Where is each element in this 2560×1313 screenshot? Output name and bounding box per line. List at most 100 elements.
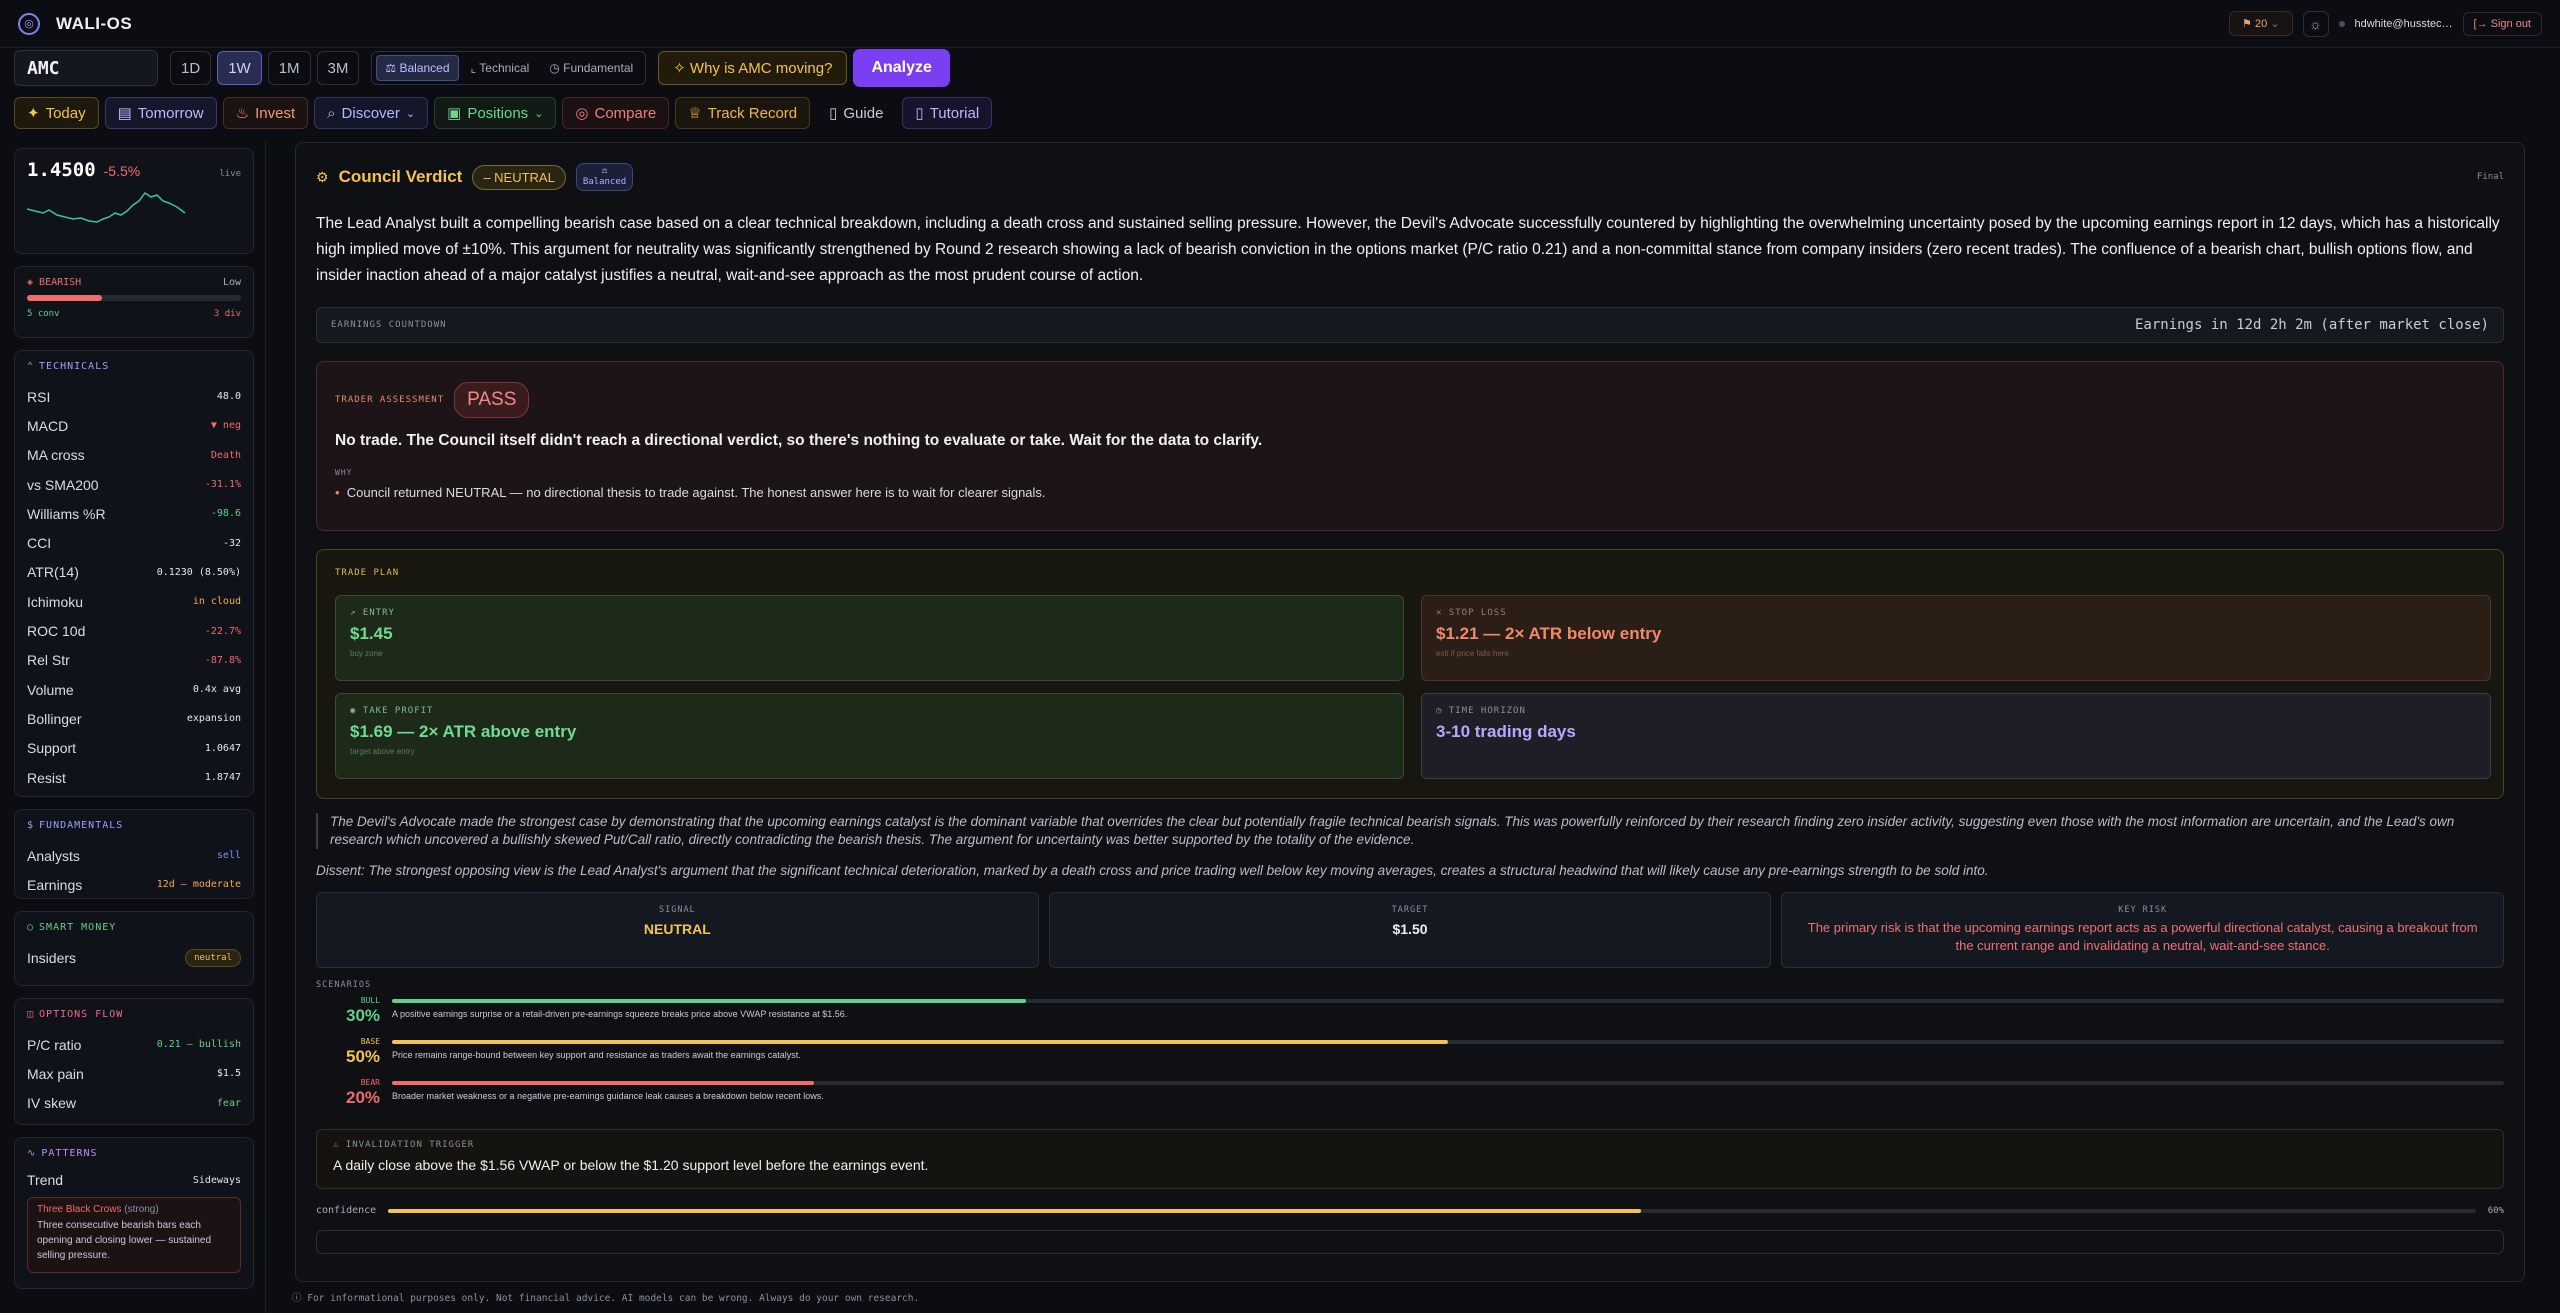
- dash-icon: –: [483, 169, 495, 185]
- technicals-title: ⌃ TECHNICALS: [27, 361, 110, 372]
- flow-icon: ◫: [27, 1009, 35, 1020]
- theme-toggle-icon[interactable]: ☼: [2302, 10, 2329, 37]
- mode-balanced-label: Balanced: [399, 61, 450, 75]
- scenario-row: BULL 30% A positive earnings surprise or a…: [316, 996, 2504, 1037]
- trend-value: Sideways: [192, 1174, 241, 1186]
- technical-value: -32: [222, 537, 241, 549]
- technical-row: Resist 1.8747: [27, 763, 241, 792]
- trigger-text: A daily close above the $1.56 VWAP or be…: [333, 1157, 929, 1173]
- why-moving-button[interactable]: ✧ Why is AMC moving?: [658, 51, 848, 85]
- book-icon: ▯: [829, 105, 838, 122]
- pattern-name: Three Black Crows: [37, 1204, 122, 1215]
- assessment-label: TRADER ASSESSMENT: [335, 395, 445, 405]
- logo-icon: ◎: [18, 12, 40, 35]
- nav-tomorrow[interactable]: ▤ Tomorrow: [104, 97, 217, 129]
- technical-value: 1.0647: [204, 742, 241, 754]
- chevron-down-icon: ⌄: [405, 107, 416, 120]
- nav-track-record[interactable]: ♕ Track Record: [675, 97, 811, 129]
- entry-sub: buy zone: [350, 649, 383, 658]
- nav-discover[interactable]: ⌕ Discover ⌄: [314, 97, 429, 129]
- nav-guide[interactable]: ▯ Guide: [816, 97, 896, 129]
- chevron-down-icon: ⌄: [2270, 18, 2280, 30]
- option-row: IV skew fear: [27, 1089, 241, 1118]
- nav-compare-label: Compare: [594, 104, 657, 122]
- trigger-label: INVALIDATION TRIGGER: [345, 1140, 475, 1150]
- nav-tomorrow-label: Tomorrow: [137, 104, 204, 122]
- countdown-label: EARNINGS COUNTDOWN: [331, 320, 447, 330]
- close-icon: ✕: [1436, 608, 1449, 618]
- range-1d[interactable]: 1D: [170, 51, 212, 85]
- app-title: WALI-OS: [56, 13, 133, 33]
- scenario-name: BASE: [360, 1037, 380, 1046]
- technical-label: Rel Str: [27, 652, 70, 669]
- scenario-text: Price remains range-bound between key su…: [392, 1050, 801, 1060]
- nav-tutorial-label: Tutorial: [929, 104, 980, 122]
- div-count: 3 div: [213, 309, 241, 319]
- target-box: TARGET $1.50: [1048, 892, 1772, 968]
- analyze-button[interactable]: Analyze: [853, 49, 950, 87]
- nav-compare[interactable]: ◎ Compare: [562, 97, 670, 129]
- fundamental-label: Earnings: [27, 876, 83, 893]
- technical-value: 48.0: [216, 391, 241, 403]
- options-title: ◫ OPTIONS FLOW: [27, 1009, 124, 1020]
- sidebar-divider: [265, 140, 266, 1313]
- calendar-icon: ▤: [117, 105, 132, 122]
- take-profit-label: TAKE PROFIT: [362, 706, 434, 716]
- mode-fundamental[interactable]: ◷ Fundamental: [541, 56, 641, 80]
- technical-row: vs SMA200 -31.1%: [27, 470, 241, 499]
- why-moving-label: Why is AMC moving?: [689, 59, 833, 77]
- patterns-title: ∿ PATTERNS: [27, 1148, 98, 1159]
- verdict-title: Council Verdict: [338, 167, 463, 186]
- technical-value: -22.7%: [204, 625, 241, 637]
- nav-positions[interactable]: ▣ Positions ⌄: [434, 97, 557, 129]
- trophy-icon: ♕: [688, 105, 702, 122]
- logout-icon: [→: [2473, 17, 2491, 30]
- trend-up-icon: ↗: [350, 608, 363, 618]
- verdict-summary: The Lead Analyst built a compelling bear…: [316, 215, 2500, 284]
- technical-value: -31.1%: [204, 479, 241, 491]
- entry-value: $1.45: [350, 624, 393, 643]
- technical-label: RSI: [27, 388, 51, 405]
- circle-icon: ○: [27, 922, 35, 933]
- range-1m[interactable]: 1M: [267, 51, 311, 85]
- technical-label: ROC 10d: [27, 623, 86, 640]
- sign-out-button[interactable]: [→ Sign out: [2462, 11, 2542, 36]
- ticker-input[interactable]: AMC: [14, 50, 158, 86]
- mode-selector: ⚖ Balanced ⌞ Technical ◷ Fundamental: [371, 51, 647, 85]
- time-horizon-value: 3-10 trading days: [1436, 722, 1576, 741]
- range-1w[interactable]: 1W: [217, 51, 262, 85]
- nav-invest[interactable]: ♨ Invest: [222, 97, 309, 129]
- nav-today[interactable]: ✦ Today: [14, 97, 99, 129]
- time-horizon-label: TIME HORIZON: [1448, 706, 1526, 716]
- fundamental-row: Earnings 12d — moderate: [27, 870, 241, 899]
- briefcase-icon: ▣: [447, 105, 462, 122]
- stop-loss-sub: exit if price falls here: [1436, 649, 1509, 658]
- mode-technical[interactable]: ⌞ Technical: [463, 56, 538, 80]
- nav-invest-label: Invest: [255, 104, 296, 122]
- credits-count: 20: [2254, 18, 2268, 30]
- target-icon: ◎: [575, 105, 589, 122]
- price-sparkline: [27, 191, 186, 223]
- technical-row: Ichimoku in cloud: [27, 587, 241, 616]
- technical-row: MACD ▼ neg: [27, 411, 241, 440]
- clock-icon: ◷: [1436, 706, 1449, 716]
- conv-count: 5 conv: [27, 309, 60, 319]
- technical-value: ▼ neg: [210, 420, 241, 432]
- technical-row: Support 1.0647: [27, 734, 241, 763]
- flame-icon: ♨: [235, 105, 250, 122]
- range-3m[interactable]: 3M: [316, 51, 360, 85]
- technical-label: Ichimoku: [27, 593, 84, 610]
- nav-track-record-label: Track Record: [707, 104, 798, 122]
- technical-value: 0.1230 (8.50%): [156, 566, 241, 578]
- confidence-label: confidence: [316, 1205, 377, 1216]
- mode-balanced[interactable]: ⚖ Balanced: [376, 55, 459, 81]
- dissent-text: Dissent: The strongest opposing view is …: [316, 863, 1989, 878]
- nav-tutorial[interactable]: ▯ Tutorial: [902, 97, 993, 129]
- insiders-label: Insiders: [27, 949, 77, 966]
- take-profit-sub: target above entry: [350, 747, 415, 756]
- stop-loss-value: $1.21 — 2× ATR below entry: [1436, 624, 1662, 643]
- credits-button[interactable]: ⚑ 20 ⌄: [2229, 11, 2293, 36]
- footer-disclaimer: ⓘ For informational purposes only. Not f…: [292, 1293, 920, 1304]
- technical-label: MA cross: [27, 447, 85, 464]
- sentiment-level: Low: [222, 277, 241, 288]
